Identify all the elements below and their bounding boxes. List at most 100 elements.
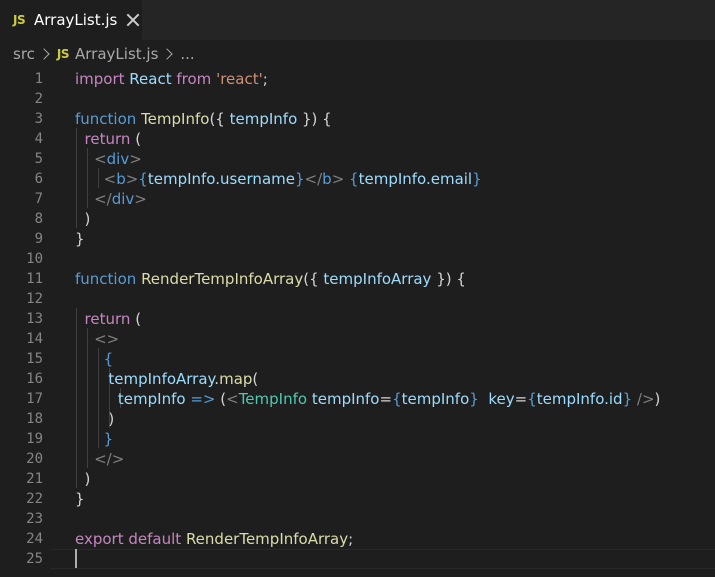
chevron-right-icon [161, 48, 174, 60]
code-token: React [124, 70, 177, 88]
code-line[interactable]: 10 [0, 249, 715, 269]
code-text: <div> [75, 149, 142, 169]
code-text: } [75, 429, 114, 449]
code-token: { [392, 390, 402, 408]
code-token: } [75, 490, 85, 508]
code-line[interactable]: 22} [0, 489, 715, 509]
code-token: tempInfoArray [108, 370, 215, 388]
line-number: 4 [34, 131, 43, 147]
line-number: 6 [34, 171, 43, 187]
code-text: </div> [75, 189, 147, 209]
chevron-right-icon [38, 48, 50, 60]
code-line[interactable]: 4 return ( [0, 129, 715, 149]
line-number: 7 [34, 191, 43, 207]
line-number: 25 [26, 551, 43, 567]
line-number: 2 [34, 91, 43, 107]
code-line[interactable]: 15 { [0, 349, 715, 369]
line-number: 21 [26, 471, 43, 487]
code-line[interactable]: 9} [0, 229, 715, 249]
code-token: RenderTempInfoArray [141, 270, 304, 288]
line-number: 3 [34, 111, 43, 127]
close-icon[interactable] [126, 13, 140, 27]
breadcrumb-folder[interactable]: src [13, 45, 35, 63]
code-line[interactable]: 20 </> [0, 449, 715, 469]
code-line[interactable]: 16 tempInfoArray.map( [0, 369, 715, 389]
code-text: ) [75, 209, 91, 229]
code-token: { [527, 390, 537, 408]
code-line[interactable]: 1 import React from 'react'; [0, 69, 715, 89]
line-number: 5 [34, 151, 43, 167]
line-number: 13 [26, 311, 43, 327]
code-token: <> [94, 330, 120, 348]
code-token: tempInfo.email [358, 170, 473, 188]
code-line[interactable]: 21 ) [0, 469, 715, 489]
code-token: TempInfo [238, 390, 308, 408]
code-line[interactable]: 12 [0, 289, 715, 309]
code-token: div [106, 150, 130, 168]
breadcrumb-symbols[interactable]: ... [180, 45, 194, 63]
code-token: } [469, 390, 479, 408]
code-token: map [219, 370, 253, 388]
code-token: b [322, 170, 332, 188]
code-line[interactable]: 6 <b>{tempInfo.username}</b> {tempInfo.e… [0, 169, 715, 189]
line-number: 18 [26, 411, 43, 427]
code-token: tempInfo [311, 390, 380, 408]
code-token: key [488, 390, 515, 408]
breadcrumb-file[interactable]: ArrayList.js [75, 45, 158, 63]
code-line[interactable]: 5 <div> [0, 149, 715, 169]
code-token: < [103, 170, 117, 188]
code-token: ( [215, 390, 227, 408]
code-token: } [294, 170, 305, 188]
code-token: ; [348, 530, 354, 548]
line-number: 11 [26, 271, 43, 287]
code-token: { [349, 170, 359, 188]
code-line[interactable]: 25 [0, 549, 715, 569]
code-line[interactable]: 24 export default RenderTempInfoArray; [0, 529, 715, 549]
code-token: default [128, 530, 182, 548]
code-text: function RenderTempInfoArray({ tempInfoA… [75, 269, 466, 289]
code-token: import [75, 70, 125, 88]
line-number: 9 [34, 231, 43, 247]
code-text: export default RenderTempInfoArray; [75, 529, 353, 549]
code-text: </> [75, 449, 124, 469]
code-line[interactable]: 3 function TempInfo({ tempInfo }) { [0, 109, 715, 129]
line-number: 20 [26, 451, 43, 467]
code-token: return [84, 130, 131, 148]
code-token: tempInfo.username [147, 170, 295, 188]
code-text: tempInfo => (<TempInfo tempInfo={tempInf… [75, 389, 660, 409]
code-line[interactable]: 8 ) [0, 209, 715, 229]
code-line[interactable]: 11 function RenderTempInfoArray({ tempInf… [0, 269, 715, 289]
code-line[interactable]: 14 <> [0, 329, 715, 349]
code-text: <> [75, 329, 119, 349]
breadcrumb: src JS ArrayList.js ... [0, 40, 715, 68]
code-text: ) [75, 469, 91, 489]
code-text: } [75, 229, 85, 249]
code-line[interactable]: 23 [0, 509, 715, 529]
code-token: ) [75, 410, 115, 428]
code-line[interactable]: 13 return ( [0, 309, 715, 329]
tab-label: ArrayList.js [34, 11, 118, 29]
tab-arraylist[interactable]: JS ArrayList.js [0, 0, 142, 40]
code-line[interactable]: 2 [0, 89, 715, 109]
code-token: ({ [303, 270, 324, 288]
editor-tab-bar: JS ArrayList.js [0, 0, 715, 40]
javascript-file-icon: JS [13, 13, 26, 27]
code-line[interactable]: 18 ) [0, 409, 715, 429]
line-number: 14 [26, 331, 43, 347]
code-line[interactable]: 17 tempInfo => (<TempInfo tempInfo={temp… [0, 389, 715, 409]
code-token: </> [94, 450, 125, 468]
code-token: = [379, 390, 393, 408]
line-number: 22 [26, 491, 43, 507]
line-number: 16 [26, 371, 43, 387]
code-token: > [125, 170, 139, 188]
code-line[interactable]: 7 </div> [0, 189, 715, 209]
code-line[interactable]: 19 } [0, 429, 715, 449]
code-token: RenderTempInfoArray [185, 530, 349, 548]
code-editor[interactable]: 1 import React from 'react'; 2 3 function Te… [0, 68, 715, 577]
